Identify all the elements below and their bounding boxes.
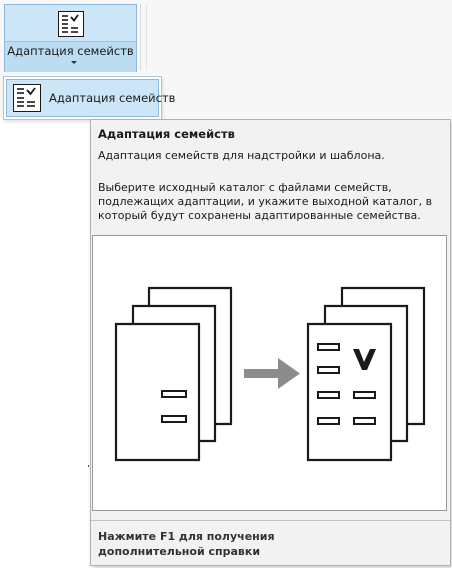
tooltip-help-line: дополнительной справки	[98, 545, 261, 558]
checklist-documents-icon	[306, 286, 426, 462]
tooltip-body: Выберите исходный каталог с файлами семе…	[98, 181, 443, 223]
tooltip-help-line: Нажмите F1 для получения	[98, 530, 275, 543]
background-artifact	[88, 465, 89, 467]
family-adapt-button-main[interactable]	[5, 5, 136, 42]
tooltip-title: Адаптация семейств	[98, 127, 235, 141]
tooltip-description: Адаптация семейств для надстройки и шабл…	[98, 149, 385, 162]
chevron-down-icon[interactable]	[71, 61, 77, 64]
ribbon-button-label: Адаптация семейств	[7, 44, 134, 58]
family-adapt-icon	[13, 84, 41, 112]
ribbon-divider	[140, 4, 141, 70]
stacked-documents-icon	[114, 286, 233, 462]
tooltip-body-line: Выберите исходный каталог с файлами семе…	[98, 181, 392, 194]
family-adapt-split-button[interactable]: Адаптация семейств	[4, 4, 137, 72]
arrow-right-icon	[244, 358, 300, 389]
ribbon-divider	[146, 4, 147, 70]
tooltip: Адаптация семейств Адаптация семейств дл…	[90, 119, 451, 566]
tooltip-separator	[91, 520, 450, 521]
tooltip-body-line: который будут сохранены адаптированные с…	[98, 209, 421, 222]
tooltip-body-line: подлежащих адаптации, и укажите выходной…	[98, 195, 433, 208]
tooltip-help-hint: Нажмите F1 для получения дополнительной …	[98, 529, 275, 559]
tooltip-illustration	[92, 235, 447, 511]
family-adapt-icon	[58, 11, 84, 37]
menu-item-label: Адаптация семейств	[49, 91, 176, 105]
dropdown-menu: Адаптация семейств	[3, 76, 175, 120]
menu-item-family-adapt[interactable]: Адаптация семейств	[6, 79, 175, 117]
